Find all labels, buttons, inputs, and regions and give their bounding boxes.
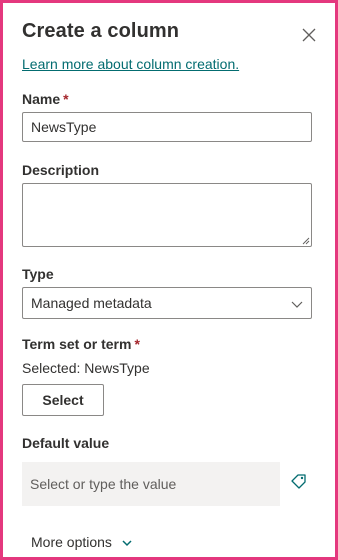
default-value-input[interactable]: Select or type the value [22, 462, 280, 506]
tag-icon[interactable] [290, 472, 308, 490]
term-set-required-mark: * [134, 336, 140, 352]
type-dropdown-value: Managed metadata [31, 295, 152, 311]
name-label: Name * [22, 91, 69, 107]
type-label: Type [22, 266, 54, 282]
name-input[interactable]: NewsType [22, 112, 312, 142]
description-label: Description [22, 162, 100, 178]
close-icon[interactable] [301, 27, 317, 43]
name-label-text: Name [22, 91, 61, 107]
panel-title: Create a column [22, 20, 180, 42]
type-dropdown[interactable]: Managed metadata [22, 287, 312, 319]
name-required-mark: * [63, 91, 69, 107]
chevron-down-icon [122, 540, 132, 547]
resize-grip-icon[interactable] [302, 237, 310, 245]
default-value-label: Default value [22, 435, 110, 451]
term-set-selected-text: Selected: NewsType [22, 360, 150, 376]
term-set-label-text: Term set or term [22, 336, 132, 352]
learn-more-link[interactable]: Learn more about column creation. [22, 56, 239, 72]
more-options-toggle[interactable]: More options [31, 534, 132, 550]
more-options-label: More options [31, 534, 112, 550]
term-set-label: Term set or term * [22, 336, 140, 352]
chevron-down-icon [291, 301, 303, 308]
description-textarea[interactable] [22, 183, 312, 247]
select-term-button[interactable]: Select [22, 384, 104, 416]
